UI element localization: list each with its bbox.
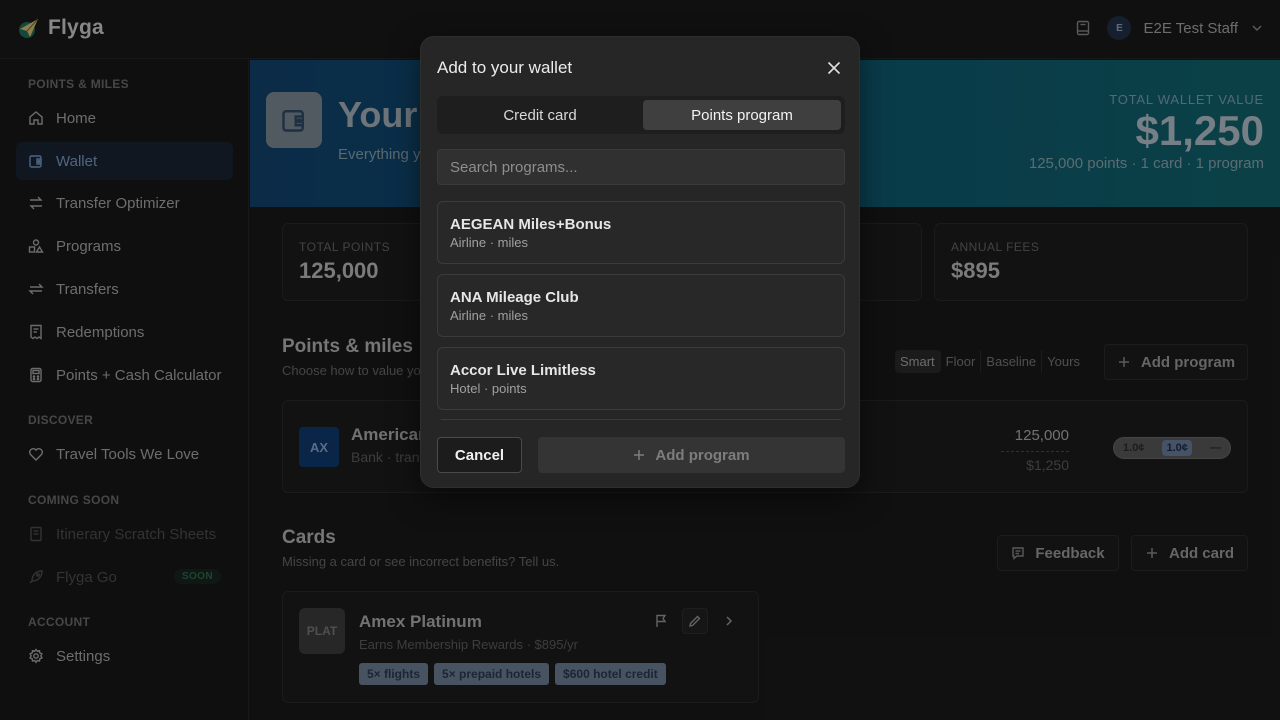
tab-points-program[interactable]: Points program — [643, 100, 841, 130]
list-item-accor[interactable]: Accor Live Limitless Hotel · points — [437, 347, 845, 410]
add-to-wallet-modal: Add to your wallet Credit card Points pr… — [420, 36, 860, 488]
modal-title: Add to your wallet — [437, 58, 573, 77]
program-option-meta: Airline · miles — [450, 235, 529, 250]
tab-credit-card[interactable]: Credit card — [441, 100, 639, 130]
program-list[interactable]: AEGEAN Miles+Bonus Airline · miles ANA M… — [437, 201, 845, 420]
program-option-meta: Hotel · points — [450, 381, 527, 396]
list-item-aegean[interactable]: AEGEAN Miles+Bonus Airline · miles — [437, 201, 845, 264]
cancel-button[interactable]: Cancel — [437, 437, 522, 473]
program-option-meta: Airline · miles — [450, 308, 529, 323]
search-programs-input[interactable] — [437, 149, 845, 185]
program-option-name: ANA Mileage Club — [450, 289, 579, 306]
close-button[interactable] — [823, 57, 845, 79]
close-icon — [827, 61, 841, 75]
list-item-ana[interactable]: ANA Mileage Club Airline · miles — [437, 274, 845, 337]
plus-icon — [634, 450, 645, 460]
modal-add-program-label: Add program — [655, 446, 750, 464]
wallet-type-tabs: Credit card Points program — [437, 96, 845, 134]
list-item-next-peek — [437, 419, 845, 420]
program-option-name: Accor Live Limitless — [450, 362, 596, 379]
program-option-name: AEGEAN Miles+Bonus — [450, 216, 612, 233]
modal-add-program-button[interactable]: Add program — [538, 437, 845, 473]
